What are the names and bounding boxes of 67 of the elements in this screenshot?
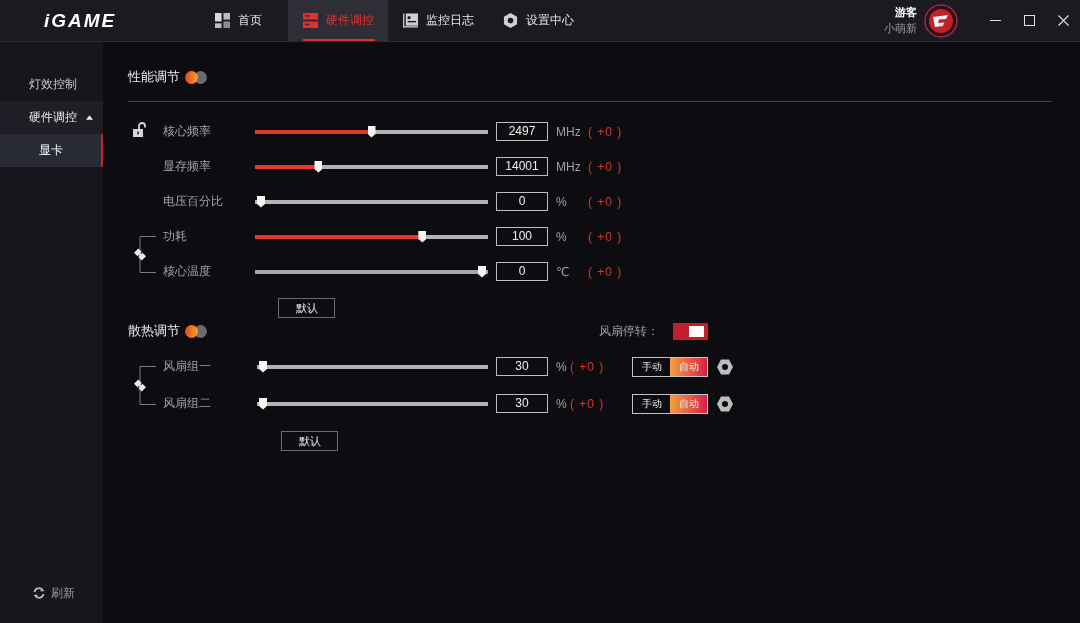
fan-label: 风扇组二 [163,395,211,412]
unit-label: % [556,359,567,374]
log-icon [402,13,418,28]
setting-label: 功耗 [163,228,187,245]
section-title: 散热调节 [128,322,180,340]
offset-label: ( +0 ) [570,359,605,374]
nav-tab[interactable]: 首页 [188,0,288,41]
setting-label: 电压百分比 [163,193,223,210]
sidebar-item[interactable]: 硬件调控 [0,101,103,134]
unit-label: % [556,396,567,411]
refresh-button[interactable]: 刷新 [31,583,77,603]
stacked-panels-icon [302,13,318,28]
offset-label: ( +0 ) [588,159,623,174]
hex-nut-icon[interactable] [717,358,733,375]
value-field[interactable]: 30 [496,394,548,413]
offset-label: ( +0 ) [588,229,623,244]
value-field[interactable]: 30 [496,357,548,376]
grid-icon [214,13,230,28]
close-icon [1057,15,1069,26]
user-rank: 小萌新 [884,22,917,35]
slider-thumb[interactable] [314,160,323,173]
nav-tab[interactable]: 监控日志 [388,0,488,41]
settings-icon [502,13,518,28]
fan-stop-toggle[interactable] [673,322,708,340]
link-icon[interactable] [132,234,156,274]
offset-label: ( +0 ) [588,124,623,139]
user-name: 游客 [895,6,917,19]
value-field[interactable]: 2497 [496,122,548,141]
setting-label: 核心温度 [163,263,211,280]
setting-label: 显存频率 [163,158,211,175]
slider-thumb[interactable] [367,125,376,138]
default-button[interactable]: 默认 [278,298,335,318]
unit-label: ℃ [556,264,570,279]
value-field[interactable]: 0 [496,192,548,211]
section-title: 性能调节 [128,68,180,86]
app-logo: iGAME [44,11,117,30]
value-field[interactable]: 14001 [496,157,548,176]
fan-label: 风扇组一 [163,358,211,375]
section-toggle[interactable] [185,70,207,84]
unit-label: MHz [556,124,581,139]
default-button[interactable]: 默认 [281,431,338,451]
offset-label: ( +0 ) [588,194,623,209]
offset-label: ( +0 ) [570,396,605,411]
slider-thumb[interactable] [259,397,267,410]
link-icon[interactable] [132,364,156,406]
mode-button[interactable]: 自动 [670,394,707,413]
setting-label: 核心频率 [163,123,211,140]
slider-thumb[interactable] [259,360,267,373]
unit-label: % [556,229,567,244]
maximize-icon [1023,15,1035,26]
minimize-icon [989,20,1001,21]
refresh-icon [33,587,45,599]
sidebar-item[interactable]: 灯效控制 [0,68,103,101]
unit-label: MHz [556,159,581,174]
avatar-icon[interactable] [924,3,958,38]
slider-thumb[interactable] [257,195,265,208]
hex-nut-icon[interactable] [717,395,733,412]
slider-thumb[interactable] [418,230,427,243]
fan-stop-label: 风扇停转： [599,322,659,340]
section-toggle[interactable] [185,324,207,338]
mode-button[interactable]: 自动 [670,357,707,376]
offset-label: ( +0 ) [588,264,623,279]
sidebar-subitem[interactable]: 显卡 [0,134,103,167]
value-field[interactable]: 100 [496,227,548,246]
nav-tab[interactable]: 设置中心 [488,0,588,41]
padlock-icon[interactable] [133,122,147,137]
unit-label: % [556,194,567,209]
